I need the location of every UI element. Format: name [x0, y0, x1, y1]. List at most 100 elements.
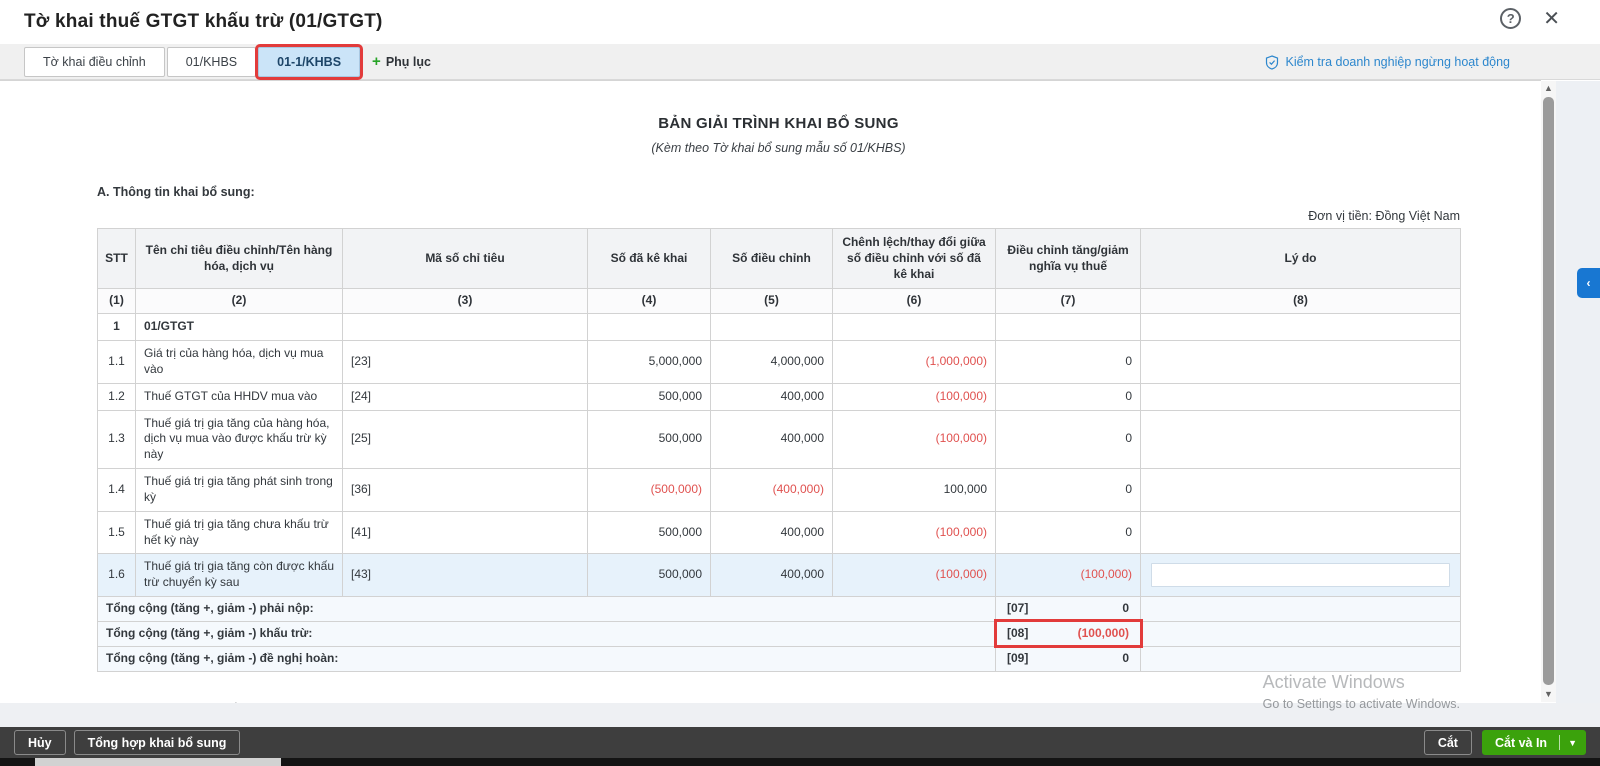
cell-code: [25] — [343, 410, 588, 468]
scrollbar-thumb[interactable] — [1543, 97, 1554, 685]
cell-difference — [833, 314, 996, 341]
footer-toolbar: Hủy Tổng hợp khai bổ sung Cắt Cắt và In … — [0, 727, 1600, 758]
cell-code: [36] — [343, 469, 588, 512]
total-reason-cell — [1141, 646, 1461, 671]
bottom-spacer — [0, 703, 1600, 727]
adjustment-table: STT Tên chỉ tiêu điều chỉnh/Tên hàng hóa… — [97, 228, 1461, 672]
cut-button[interactable]: Cắt — [1424, 730, 1472, 755]
cell-name: Giá trị của hàng hóa, dịch vụ mua vào — [136, 341, 343, 384]
table-header-row: STT Tên chỉ tiêu điều chỉnh/Tên hàng hóa… — [98, 229, 1461, 289]
col-header-tax-change: Điều chỉnh tăng/giảm nghĩa vụ thuế — [996, 229, 1141, 289]
cell-reason — [1141, 383, 1461, 410]
cell-tax-change: 0 — [996, 511, 1141, 554]
total-value-cell: [08] (100,000) — [996, 621, 1141, 646]
document-title: BẢN GIẢI TRÌNH KHAI BỔ SUNG — [97, 81, 1460, 132]
cell-stt: 1.3 — [98, 410, 136, 468]
reason-input[interactable] — [1151, 563, 1450, 587]
scrollbar-up-icon[interactable]: ▲ — [1541, 81, 1556, 96]
col-index-6: (6) — [833, 289, 996, 314]
total-reason-cell — [1141, 597, 1461, 622]
document-subtitle: (Kèm theo Tờ khai bổ sung mẫu số 01/KHBS… — [97, 141, 1460, 155]
col-index-7: (7) — [996, 289, 1141, 314]
summary-button[interactable]: Tổng hợp khai bổ sung — [74, 730, 241, 755]
cell-adjusted: 400,000 — [711, 511, 833, 554]
col-header-difference: Chênh lệch/thay đổi giữa số điều chỉnh v… — [833, 229, 996, 289]
cell-name: Thuế giá trị gia tăng còn được khấu trừ … — [136, 554, 343, 597]
cell-stt: 1 — [98, 314, 136, 341]
col-index-8: (8) — [1141, 289, 1461, 314]
collapse-panel-chevron-icon[interactable]: ‹ — [1577, 268, 1600, 298]
cell-adjusted: 400,000 — [711, 554, 833, 597]
total-row: Tổng cộng (tăng +, giảm -) đề nghị hoàn:… — [98, 646, 1461, 671]
vertical-scrollbar[interactable]: ▲ ▼ — [1541, 81, 1556, 702]
cell-declared: 5,000,000 — [588, 341, 711, 384]
total-value-cell: [07] 0 — [996, 597, 1141, 622]
cell-name: Thuế GTGT của HHDV mua vào — [136, 383, 343, 410]
cell-tax-change: 0 — [996, 410, 1141, 468]
check-business-status-link[interactable]: Kiểm tra doanh nghiệp ngừng hoạt động — [1265, 44, 1510, 80]
total-value-cell: [09]0 — [996, 646, 1141, 671]
cell-name: Thuế giá trị gia tăng chưa khấu trừ hết … — [136, 511, 343, 554]
total-label: Tổng cộng (tăng +, giảm -) đề nghị hoàn: — [98, 646, 996, 671]
total-value: 0 — [1122, 601, 1132, 617]
total-code: [08] — [1004, 626, 1028, 642]
cell-reason — [1141, 314, 1461, 341]
cell-tax-change: 0 — [996, 383, 1141, 410]
right-gutter — [1556, 81, 1600, 703]
col-header-name: Tên chỉ tiêu điều chỉnh/Tên hàng hóa, dị… — [136, 229, 343, 289]
total-value: (100,000) — [1078, 626, 1132, 642]
total-code: [09] — [1004, 651, 1028, 667]
col-header-adjusted: Số điều chỉnh — [711, 229, 833, 289]
col-header-code: Mã số chỉ tiêu — [343, 229, 588, 289]
table-row: 1.5Thuế giá trị gia tăng chưa khấu trừ h… — [98, 511, 1461, 554]
help-icon[interactable]: ? — [1500, 8, 1521, 29]
cell-reason — [1141, 410, 1461, 468]
horizontal-scrollbar-thumb[interactable] — [35, 758, 281, 766]
plus-icon: + — [372, 53, 381, 70]
dropdown-caret-icon[interactable]: ▼ — [1560, 738, 1585, 748]
cell-reason — [1141, 554, 1461, 597]
cancel-button[interactable]: Hủy — [14, 730, 66, 755]
cell-declared — [588, 314, 711, 341]
table-index-row: (1) (2) (3) (4) (5) (6) (7) (8) — [98, 289, 1461, 314]
cell-tax-change: 0 — [996, 469, 1141, 512]
tab-to-khai-dieu-chinh[interactable]: Tờ khai điều chỉnh — [24, 47, 165, 77]
cell-adjusted: 4,000,000 — [711, 341, 833, 384]
cell-difference: (100,000) — [833, 554, 996, 597]
cell-code — [343, 314, 588, 341]
cell-tax-change — [996, 314, 1141, 341]
col-header-reason: Lý do — [1141, 229, 1461, 289]
cell-reason — [1141, 469, 1461, 512]
modal-header: Tờ khai thuế GTGT khấu trừ (01/GTGT) ? ✕ — [0, 0, 1600, 44]
col-header-stt: STT — [98, 229, 136, 289]
cell-adjusted: 400,000 — [711, 383, 833, 410]
total-code: [07] — [1004, 601, 1028, 617]
table-row: 101/GTGT — [98, 314, 1461, 341]
shield-check-icon — [1265, 55, 1279, 70]
cell-adjusted — [711, 314, 833, 341]
horizontal-scrollbar[interactable] — [0, 758, 1600, 766]
total-row: Tổng cộng (tăng +, giảm -) khấu trừ:[08]… — [98, 621, 1461, 646]
cell-code: [41] — [343, 511, 588, 554]
close-icon[interactable]: ✕ — [1543, 9, 1560, 29]
cut-and-print-button[interactable]: Cắt và In ▼ — [1482, 730, 1586, 755]
total-row: Tổng cộng (tăng +, giảm -) phải nộp:[07]… — [98, 597, 1461, 622]
cell-code: [43] — [343, 554, 588, 597]
cell-declared: 500,000 — [588, 383, 711, 410]
tab-add-phu-luc[interactable]: +Phụ lục — [362, 47, 441, 77]
cell-stt: 1.1 — [98, 341, 136, 384]
table-row: 1.6Thuế giá trị gia tăng còn được khấu t… — [98, 554, 1461, 597]
table-row: 1.2Thuế GTGT của HHDV mua vào[24]500,000… — [98, 383, 1461, 410]
modal-window: Tờ khai thuế GTGT khấu trừ (01/GTGT) ? ✕… — [0, 0, 1600, 766]
cell-reason — [1141, 341, 1461, 384]
col-index-2: (2) — [136, 289, 343, 314]
col-index-5: (5) — [711, 289, 833, 314]
cell-stt: 1.4 — [98, 469, 136, 512]
scrollbar-down-icon[interactable]: ▼ — [1541, 687, 1556, 702]
cell-reason — [1141, 511, 1461, 554]
cell-code: [24] — [343, 383, 588, 410]
tab-bar: Tờ khai điều chỉnh 01/KHBS 01-1/KHBS +Ph… — [0, 44, 1600, 80]
tab-01-1-khbs[interactable]: 01-1/KHBS — [258, 47, 360, 77]
tab-01-khbs[interactable]: 01/KHBS — [167, 47, 256, 77]
cell-name: Thuế giá trị gia tăng phát sinh trong kỳ — [136, 469, 343, 512]
